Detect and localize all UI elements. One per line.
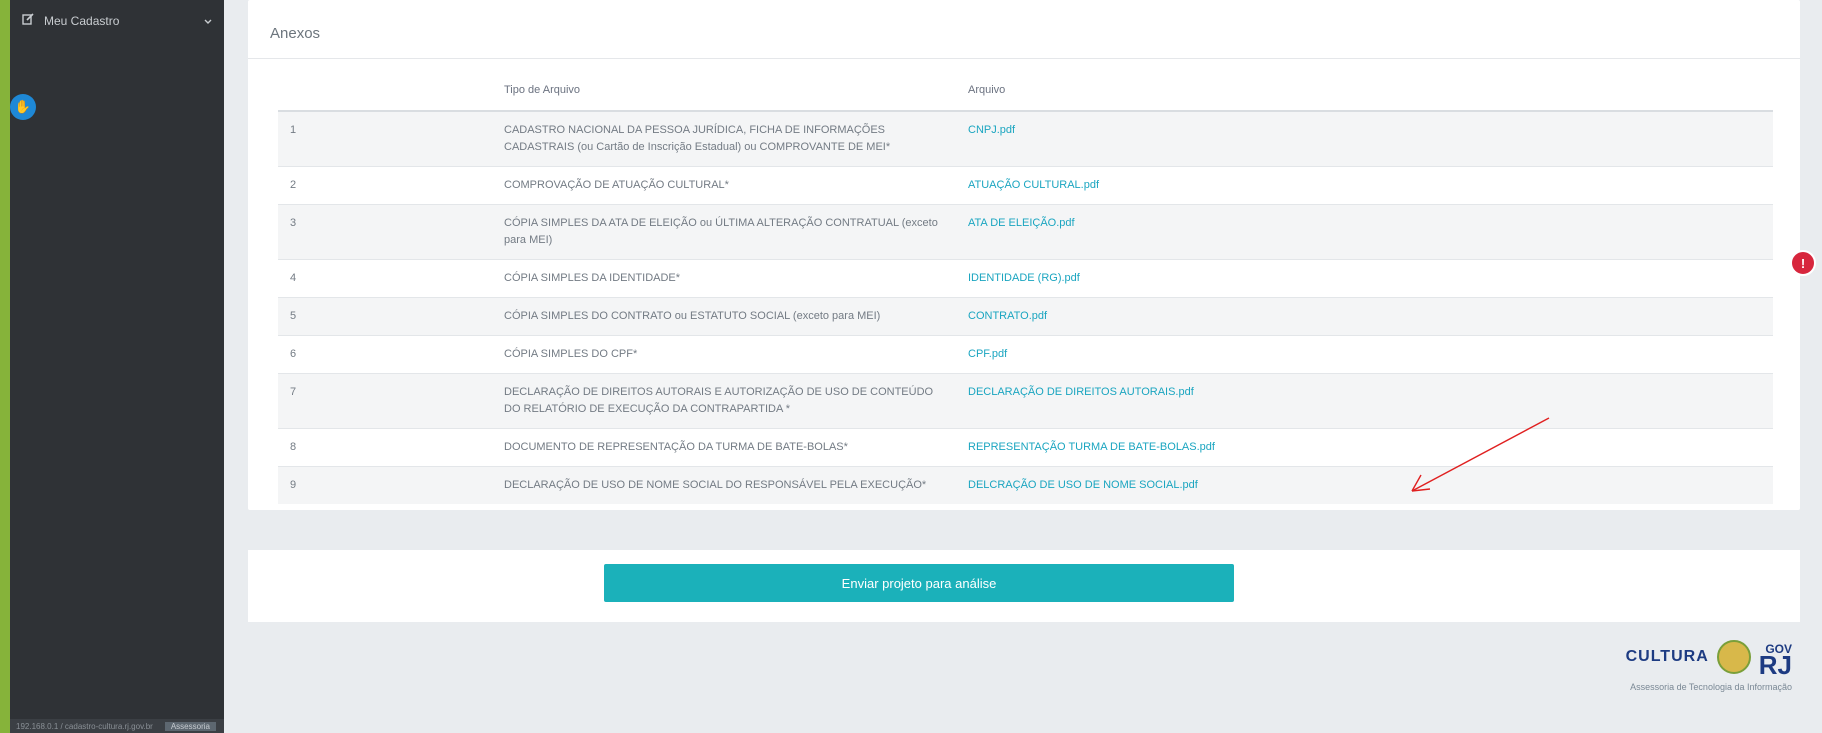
row-number: 3 (278, 204, 492, 260)
logo-cultura-text: CULTURA (1625, 648, 1709, 665)
background-frame (0, 0, 10, 733)
sidebar-item-label: Meu Cadastro (44, 13, 120, 28)
row-type: CÓPIA SIMPLES DO CONTRATO ou ESTATUTO SO… (492, 297, 956, 336)
file-link[interactable]: DECLARAÇÃO DE DIREITOS AUTORAIS.pdf (968, 386, 1194, 398)
row-number: 1 (278, 110, 492, 167)
column-header-number (278, 70, 492, 112)
file-link[interactable]: REPRESENTAÇÃO TURMA DE BATE-BOLAS.pdf (968, 441, 1215, 453)
state-seal-icon (1716, 640, 1751, 674)
submit-project-button[interactable]: Enviar projeto para análise (604, 564, 1234, 602)
table-row: 4 CÓPIA SIMPLES DA IDENTIDADE* IDENTIDADE … (278, 259, 1773, 298)
row-number: 4 (278, 259, 492, 298)
table-row: 3 CÓPIA SIMPLES DA ATA DE ELEIÇÃO ou ÚLTI… (278, 204, 1773, 260)
info-badge-icon[interactable]: ! (1790, 250, 1816, 276)
row-type: CÓPIA SIMPLES DA IDENTIDADE* (492, 259, 956, 298)
row-type: DOCUMENTO DE REPRESENTAÇÃO DA TURMA DE B… (492, 428, 956, 467)
file-link[interactable]: CPF.pdf (968, 348, 1007, 360)
table-row: 6 CÓPIA SIMPLES DO CPF* CPF.pdf (278, 335, 1773, 374)
user-avatar-icon[interactable]: ✋ (10, 94, 36, 120)
row-type: CADASTRO NACIONAL DA PESSOA JURÍDICA, FI… (492, 110, 956, 167)
row-type: DECLARAÇÃO DE DIREITOS AUTORAIS E AUTORI… (492, 373, 956, 429)
status-highlight: Assessoria (164, 721, 216, 731)
row-number: 2 (278, 166, 492, 205)
main-content: Anexos Tipo de Arquivo Arquivo 1 CADASTRO… (224, 0, 1822, 733)
table-header-row: Tipo de Arquivo Arquivo (278, 70, 1773, 112)
row-number: 5 (278, 297, 492, 336)
sidebar: Meu Cadastro ✋ 192.168.0.1 / cadastro-cu… (10, 0, 330, 733)
table-row: 1 CADASTRO NACIONAL DA PESSOA JURÍDICA, F… (278, 110, 1773, 167)
row-type: COMPROVAÇÃO DE ATUAÇÃO CULTURAL* (492, 166, 956, 205)
file-link[interactable]: CNPJ.pdf (968, 124, 1015, 136)
file-link[interactable]: ATA DE ELEIÇÃO.pdf (968, 217, 1075, 229)
logo-gov-rj: GOV RJ (1758, 641, 1792, 680)
anexos-title: Anexos (248, 0, 1800, 59)
row-type: DECLARAÇÃO DE USO DE NOME SOCIAL DO RESP… (492, 466, 956, 504)
chevron-down-icon (204, 14, 212, 28)
file-link[interactable]: IDENTIDADE (RG).pdf (968, 272, 1080, 284)
table-row: 2 COMPROVAÇÃO DE ATUAÇÃO CULTURAL* ATUAÇÃO… (278, 166, 1773, 205)
cultura-gov-rj-logo: CULTURA GOV RJ Assessoria de Tecnologia … (1626, 640, 1792, 692)
status-url: 192.168.0.1 / cadastro-cultura.rj.gov.br (16, 721, 153, 731)
column-header-tipo: Tipo de Arquivo (492, 70, 956, 112)
row-type: CÓPIA SIMPLES DA ATA DE ELEIÇÃO ou ÚLTIM… (492, 204, 956, 260)
annotation-arrow-icon (1411, 417, 1550, 492)
row-number: 8 (278, 428, 492, 467)
edit-icon (22, 13, 34, 28)
table-row: 5 CÓPIA SIMPLES DO CONTRATO ou ESTATUTO S… (278, 297, 1773, 336)
logo-subtitle: Assessoria de Tecnologia da Informação (1630, 682, 1792, 692)
row-number: 9 (278, 466, 492, 504)
column-header-arquivo: Arquivo (956, 70, 1773, 112)
file-link[interactable]: DELCRAÇÃO DE USO DE NOME SOCIAL.pdf (968, 479, 1198, 491)
row-type: CÓPIA SIMPLES DO CPF* (492, 335, 956, 374)
submit-panel: Enviar projeto para análise (248, 550, 1800, 622)
row-number: 6 (278, 335, 492, 374)
row-number: 7 (278, 373, 492, 429)
file-link[interactable]: ATUAÇÃO CULTURAL.pdf (968, 179, 1099, 191)
sidebar-item-meu-cadastro[interactable]: Meu Cadastro (10, 0, 224, 41)
logo-rj-text: RJ (1758, 650, 1792, 680)
file-link[interactable]: CONTRATO.pdf (968, 310, 1047, 322)
anexos-card: Anexos Tipo de Arquivo Arquivo 1 CADASTRO… (248, 0, 1800, 510)
